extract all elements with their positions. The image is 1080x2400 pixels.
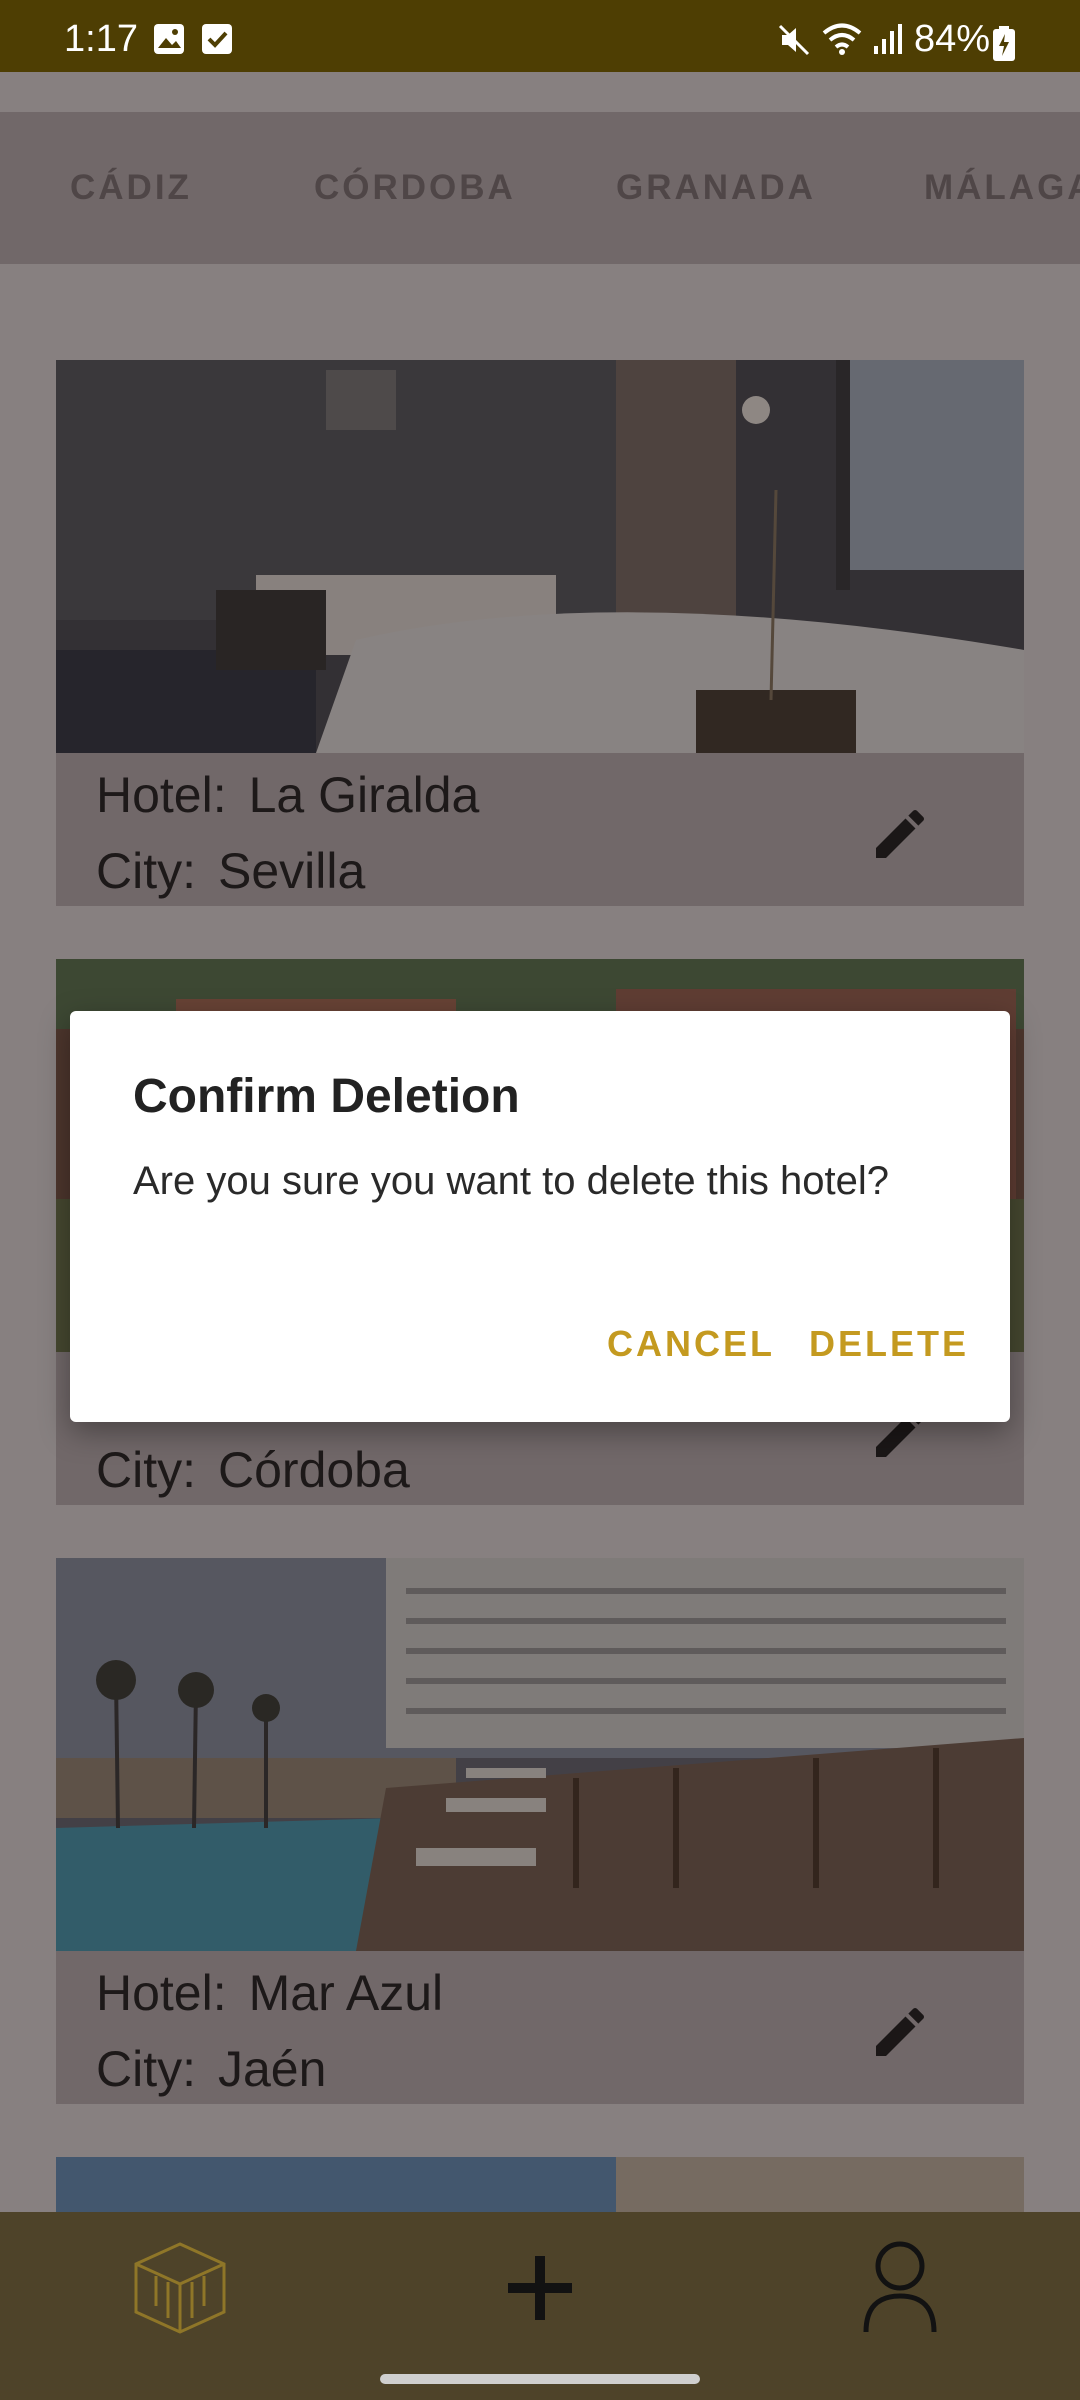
check-icon bbox=[200, 22, 234, 61]
dialog-title: Confirm Deletion bbox=[133, 1070, 520, 1123]
gallery-icon bbox=[152, 22, 186, 61]
bottom-navigation bbox=[0, 2212, 1080, 2360]
status-time: 1:17 bbox=[64, 18, 138, 60]
battery-charging-icon bbox=[992, 26, 1016, 67]
status-bar: 1:17 84% bbox=[0, 0, 1080, 72]
confirm-delete-dialog: Confirm Deletion Are you sure you want t… bbox=[70, 1011, 1010, 1422]
delete-button[interactable]: DELETE bbox=[809, 1323, 969, 1365]
dialog-message: Are you sure you want to delete this hot… bbox=[133, 1159, 890, 1203]
wifi-icon bbox=[822, 22, 862, 61]
profile-icon[interactable] bbox=[862, 2236, 938, 2341]
home-gesture-bar[interactable] bbox=[380, 2374, 700, 2384]
hotel-logo-icon[interactable] bbox=[128, 2236, 232, 2345]
signal-icon bbox=[872, 22, 902, 61]
cancel-button[interactable]: CANCEL bbox=[607, 1323, 775, 1365]
battery-percent: 84% bbox=[913, 18, 990, 60]
add-icon[interactable] bbox=[504, 2252, 576, 2329]
mute-icon bbox=[776, 22, 812, 63]
